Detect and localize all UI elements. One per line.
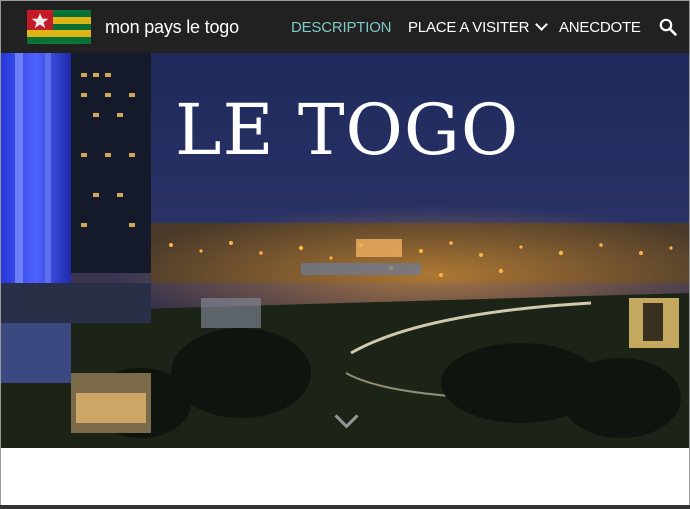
top-navbar: mon pays le togo DESCRIPTION PLACE A VIS… [1,1,689,53]
nav-item-place-a-visiter[interactable]: PLACE A VISITER [408,18,549,36]
page-content [1,448,689,508]
bottom-edge [0,505,690,509]
nav-item-anecdote[interactable]: ANECDOTE [559,19,641,36]
hero-title: LE TOGO [175,89,520,171]
page-frame: mon pays le togo DESCRIPTION PLACE A VIS… [0,0,690,509]
nav-label-description: DESCRIPTION [291,19,392,36]
site-title[interactable]: mon pays le togo [105,17,239,38]
togo-flag-icon[interactable] [27,10,91,44]
nav-label-anecdote: ANECDOTE [559,19,641,36]
nav-label-place-a-visiter: PLACE A VISITER [408,19,530,36]
hero-banner: LE TOGO [1,53,689,448]
chevron-down-icon [535,18,549,31]
search-icon[interactable] [659,18,677,36]
nav-item-description[interactable]: DESCRIPTION [291,19,392,36]
